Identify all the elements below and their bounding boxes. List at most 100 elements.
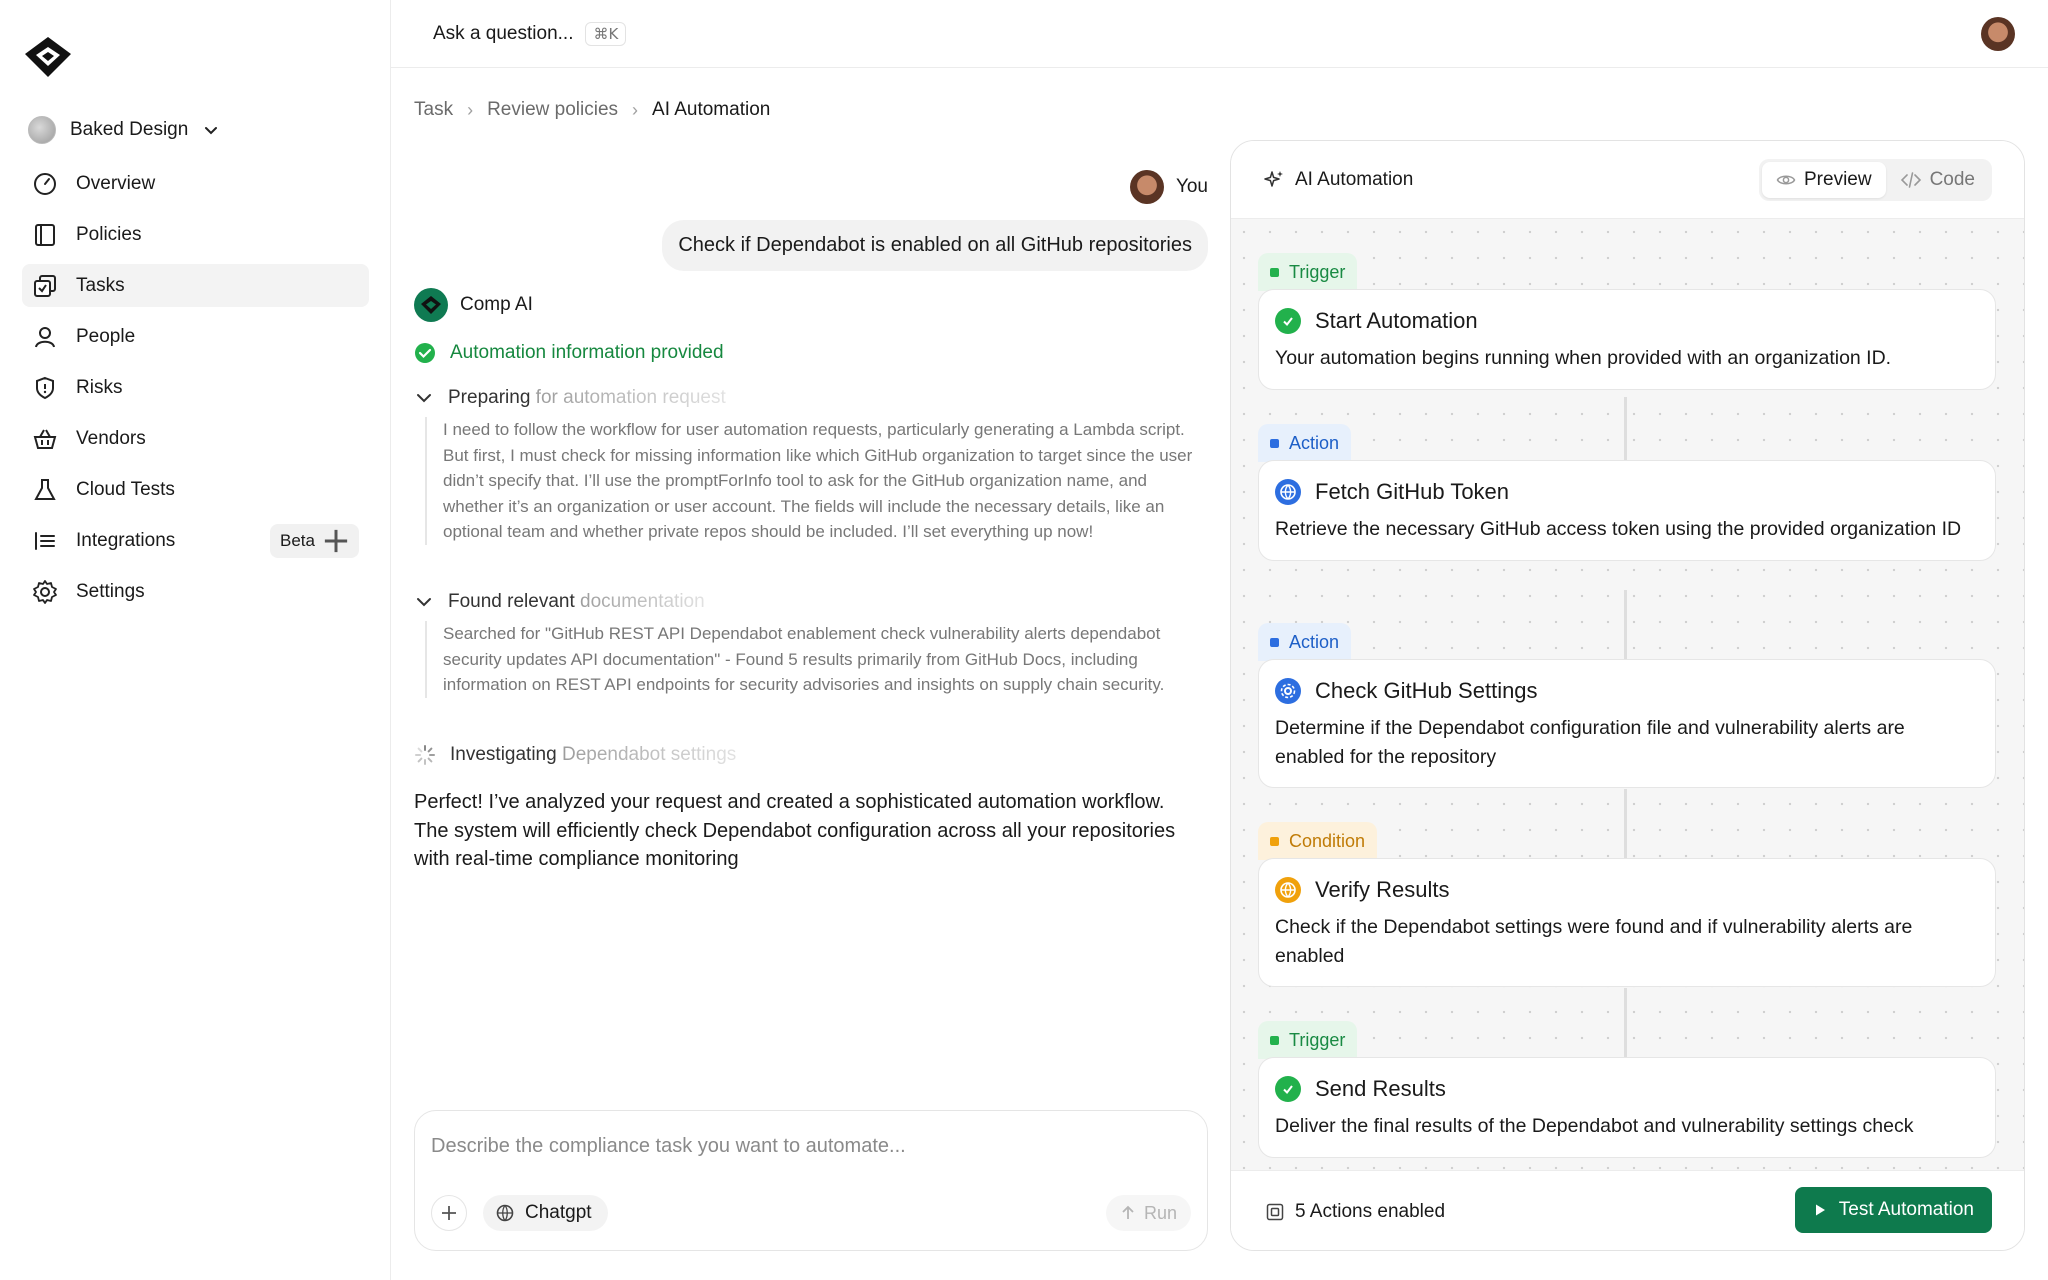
node-title: Start Automation xyxy=(1315,308,1478,333)
tab-preview[interactable]: Preview xyxy=(1762,162,1886,198)
user-message-header: You xyxy=(1129,170,1208,204)
node-type-badge: Action xyxy=(1258,424,1352,462)
ask-question-label: Ask a question... xyxy=(433,23,574,44)
check-circle-icon xyxy=(1275,308,1301,334)
actions-icon xyxy=(1266,1203,1284,1221)
node-description: Retrieve the necessary GitHub access tok… xyxy=(1275,518,1962,540)
node-type-badge: Trigger xyxy=(1258,1021,1358,1059)
sidebar-item-label: People xyxy=(76,325,136,347)
sidebar-item-overview[interactable]: Overview xyxy=(22,162,369,205)
workflow-connector xyxy=(1624,590,1627,659)
reasoning-title: Preparing xyxy=(448,387,531,408)
breadcrumb-item-review-policies[interactable]: Review policies xyxy=(487,99,618,121)
ask-question-button[interactable]: Ask a question... ⌘K xyxy=(433,22,627,46)
panel-footer: 5 Actions enabled Test Automation xyxy=(1231,1170,2024,1250)
prompt-composer: Describe the compliance task you want to… xyxy=(414,1110,1208,1251)
workflow-connector xyxy=(1624,789,1627,858)
node-title: Send Results xyxy=(1315,1076,1446,1101)
test-automation-button[interactable]: Test Automation xyxy=(1794,1187,1992,1233)
reasoning-title: Investigating xyxy=(450,744,557,765)
sidebar-item-policies[interactable]: Policies xyxy=(22,213,369,256)
sparkles-icon xyxy=(1264,171,1283,187)
reasoning-title-rest: Dependabot settings xyxy=(556,744,737,765)
spinner-icon xyxy=(415,745,435,765)
book-icon xyxy=(35,223,55,246)
sidebar-item-cloud-tests[interactable]: Cloud Tests xyxy=(22,468,369,511)
reasoning-toggle[interactable]: Preparing for automation request xyxy=(414,387,1208,409)
actions-count: 5 Actions enabled xyxy=(1265,1201,1445,1223)
run-button[interactable]: Run xyxy=(1105,1195,1191,1231)
node-description: Determine if the Dependabot configuratio… xyxy=(1275,717,1905,768)
workflow-connector xyxy=(1624,988,1627,1057)
breadcrumb-item-task[interactable]: Task xyxy=(414,99,453,121)
workflow-node-fetch-github-token[interactable]: Fetch GitHub Token Retrieve the necessar… xyxy=(1258,460,1996,561)
user-message-bubble: Check if Dependabot is enabled on all Gi… xyxy=(662,220,1208,271)
shortcut-badge: ⌘K xyxy=(585,22,627,46)
tab-code[interactable]: Code xyxy=(1886,162,1989,198)
reasoning-title: Found relevant xyxy=(448,591,575,612)
sidebar: Baked Design Overview Policies Tasks Peo… xyxy=(0,0,391,1280)
sidebar-item-vendors[interactable]: Vendors xyxy=(22,417,369,460)
breadcrumb-item-current: AI Automation xyxy=(652,99,771,120)
model-name: Chatgpt xyxy=(525,1202,592,1223)
integrations-icon xyxy=(35,531,55,550)
chevron-right-icon: › xyxy=(632,99,639,120)
gear-icon xyxy=(33,579,57,604)
sidebar-item-label: Risks xyxy=(76,376,123,398)
breadcrumb: Task › Review policies › AI Automation xyxy=(414,99,770,121)
org-switcher[interactable]: Baked Design xyxy=(28,114,220,146)
prompt-input[interactable]: Describe the compliance task you want to… xyxy=(431,1135,906,1158)
user-avatar[interactable] xyxy=(1981,17,2015,51)
node-description: Deliver the final results of the Dependa… xyxy=(1275,1115,1914,1137)
reasoning-body: Searched for "GitHub REST API Dependabot… xyxy=(425,621,1195,698)
sidebar-item-settings[interactable]: Settings xyxy=(22,570,369,613)
gauge-icon xyxy=(34,172,56,195)
workflow-canvas[interactable]: Trigger Start Automation Your automation… xyxy=(1231,219,2024,1171)
view-toggle: Preview Code xyxy=(1759,159,1992,201)
chevron-down-icon xyxy=(205,127,218,135)
gear-icon xyxy=(1275,678,1301,704)
automation-panel: AI Automation Preview Code Trigger Start… xyxy=(1230,140,2025,1251)
sidebar-item-people[interactable]: People xyxy=(22,315,369,358)
user-icon xyxy=(35,326,55,347)
status-message: Automation information provided xyxy=(414,342,724,364)
flask-icon xyxy=(34,478,56,500)
sidebar-nav: Overview Policies Tasks People Risks Ven… xyxy=(22,162,369,621)
sidebar-item-label: Cloud Tests xyxy=(76,478,175,500)
check-circle-icon xyxy=(415,343,435,363)
eye-icon xyxy=(1776,175,1796,185)
workflow-node-start-automation[interactable]: Start Automation Your automation begins … xyxy=(1258,289,1996,390)
org-name: Baked Design xyxy=(70,119,189,140)
assistant-header: Comp AI xyxy=(414,288,533,322)
panel-title-text: AI Automation xyxy=(1295,169,1414,190)
node-type-badge: Action xyxy=(1258,623,1352,661)
code-icon xyxy=(1900,172,1921,188)
assistant-message: Perfect! I’ve analyzed your request and … xyxy=(414,791,1176,871)
node-description: Check if the Dependabot settings were fo… xyxy=(1275,916,1913,967)
sidebar-item-integrations[interactable]: Integrations Beta xyxy=(22,519,369,562)
run-label: Run xyxy=(1143,1202,1177,1223)
top-bar: Ask a question... ⌘K xyxy=(391,0,2048,68)
sidebar-item-risks[interactable]: Risks xyxy=(22,366,369,409)
add-attachment-button[interactable] xyxy=(431,1195,467,1231)
node-description: Your automation begins running when prov… xyxy=(1275,347,1892,369)
workflow-node-send-results[interactable]: Send Results Deliver the final results o… xyxy=(1258,1057,1996,1158)
workflow-node-verify-results[interactable]: Verify Results Check if the Dependabot s… xyxy=(1258,858,1996,988)
comp-ai-logo-icon xyxy=(414,288,448,322)
workflow-node-check-github-settings[interactable]: Check GitHub Settings Determine if the D… xyxy=(1258,659,1996,789)
node-type-badge: Trigger xyxy=(1258,253,1358,291)
logo-icon[interactable] xyxy=(22,34,74,80)
reasoning-title-rest: for automation request xyxy=(530,387,726,408)
reasoning-body: I need to follow the workflow for user a… xyxy=(425,417,1195,545)
model-selector[interactable]: Chatgpt xyxy=(483,1195,608,1231)
node-title: Verify Results xyxy=(1315,877,1450,902)
user-name: You xyxy=(1175,176,1208,197)
beta-badge[interactable]: Beta xyxy=(270,523,359,558)
play-icon xyxy=(1815,1204,1825,1216)
node-type-badge: Condition xyxy=(1258,822,1378,860)
reasoning-toggle[interactable]: Found relevant documentation xyxy=(414,591,1208,613)
globe-icon xyxy=(1275,877,1301,903)
reasoning-section-documentation: Found relevant documentation Searched fo… xyxy=(414,591,1208,698)
sidebar-item-tasks[interactable]: Tasks xyxy=(22,264,369,307)
workflow-connector xyxy=(1624,397,1627,462)
